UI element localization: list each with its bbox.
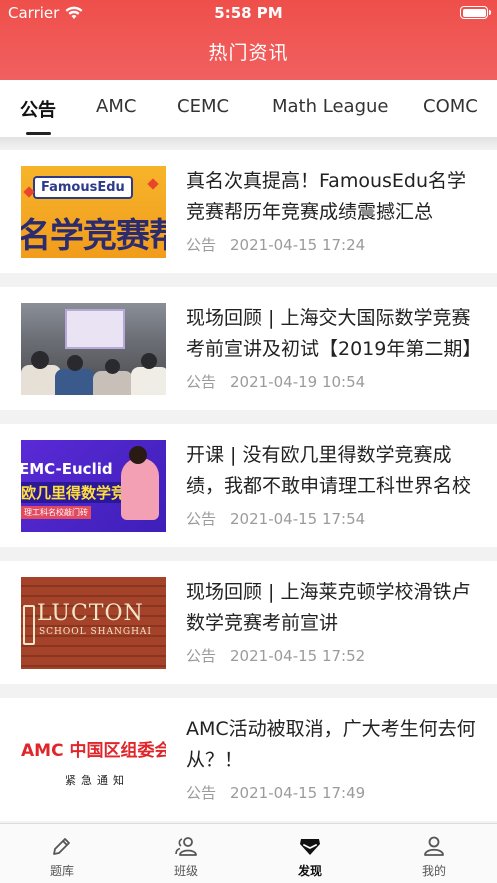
tab-announcement[interactable]: 公告 xyxy=(20,96,56,122)
people-icon xyxy=(175,837,197,856)
news-meta: 公告 2021-04-19 10:54 xyxy=(186,371,365,392)
tabbar-label: 我的 xyxy=(421,864,446,878)
tabbar-mine[interactable]: 我的 xyxy=(372,824,496,883)
header: Carrier 5:58 PM 热门资讯 xyxy=(0,0,497,80)
thumb-badge: FamousEdu xyxy=(33,176,133,199)
tab-amc[interactable]: AMC xyxy=(96,96,136,117)
news-item[interactable]: LUCTON SCHOOL SHANGHAI 现场回顾 | 上海莱克顿学校滑铁卢… xyxy=(0,561,497,684)
news-date: 2021-04-15 17:49 xyxy=(230,784,366,802)
news-date: 2021-04-15 17:54 xyxy=(230,510,366,528)
thumb-heading: AMC 中国区组委会 xyxy=(21,741,166,761)
tabbar-label: 发现 xyxy=(297,864,322,878)
audience xyxy=(141,353,157,369)
news-title: AMC活动被取消，广大考生何去何从？！ xyxy=(186,718,476,771)
thumb-text: 名学竞赛帮 xyxy=(21,216,166,256)
news-meta: 公告 2021-04-15 17:54 xyxy=(186,508,365,529)
tab-divider xyxy=(0,137,497,149)
tabbar-class[interactable]: 班级 xyxy=(124,824,248,883)
page-title: 热门资讯 xyxy=(208,42,289,64)
pencil-icon xyxy=(53,838,70,855)
sparkle-icon xyxy=(147,178,159,190)
news-title: 开课 | 没有欧几里得数学竞赛成绩，我都不敢申请理工科世界名校 xyxy=(186,444,472,497)
tab-cemc[interactable]: CEMC xyxy=(177,96,229,117)
thumb-sign-sub: SCHOOL SHANGHAI xyxy=(39,627,152,637)
active-tab-indicator xyxy=(26,132,51,135)
thumb-notice: 紧急通知 xyxy=(65,774,129,787)
news-thumbnail: AMC 中国区组委会 紧急通知 xyxy=(21,714,166,806)
news-thumbnail: FamousEdu 名学竞赛帮 xyxy=(21,166,166,258)
news-thumbnail: EMC-Euclid 欧几里得数学竞赛 理工科名校敲门砖 xyxy=(21,440,166,532)
tab-comc[interactable]: COMC xyxy=(423,96,478,117)
tab-math-league[interactable]: Math League xyxy=(272,96,388,117)
thumb-line: 理工科名校敲门砖 xyxy=(21,506,91,519)
category-tabs: 公告 AMC CEMC Math League COMC xyxy=(0,80,497,137)
news-category: 公告 xyxy=(186,784,217,802)
audience xyxy=(31,351,49,369)
news-category: 公告 xyxy=(186,647,217,665)
news-title: 真名次真提高！FamousEdu名学竞赛帮历年竞赛成绩震撼汇总 xyxy=(186,170,467,223)
crest-icon xyxy=(23,605,35,645)
bottom-tab-bar: 题库 班级 发现 我的 xyxy=(0,823,497,883)
diamond-icon xyxy=(300,839,320,855)
news-title: 现场回顾 | 上海莱克顿学校滑铁卢数学竞赛考前宣讲 xyxy=(186,581,471,634)
tabbar-label: 题库 xyxy=(49,864,74,878)
news-category: 公告 xyxy=(186,510,217,528)
illustration xyxy=(121,458,159,520)
news-item[interactable]: AMC 中国区组委会 紧急通知 AMC活动被取消，广大考生何去何从？！ 公告 20… xyxy=(0,698,497,821)
tabbar-label: 班级 xyxy=(173,864,198,878)
illustration xyxy=(129,446,147,464)
news-thumbnail xyxy=(21,303,166,395)
news-date: 2021-04-19 10:54 xyxy=(230,373,366,391)
thumb-sign: LUCTON xyxy=(37,601,144,626)
audience xyxy=(93,371,133,395)
status-time: 5:58 PM xyxy=(214,4,283,22)
news-meta: 公告 2021-04-15 17:24 xyxy=(186,234,365,255)
news-item[interactable]: 现场回顾 | 上海交大国际数学竞赛考前宣讲及初试【2019年第二期】 公告 202… xyxy=(0,287,497,410)
news-category: 公告 xyxy=(186,373,217,391)
battery-icon xyxy=(460,6,491,19)
news-date: 2021-04-15 17:52 xyxy=(230,647,366,665)
news-item[interactable]: FamousEdu 名学竞赛帮 真名次真提高！FamousEdu名学竞赛帮历年竞… xyxy=(0,150,497,273)
news-category: 公告 xyxy=(186,236,217,254)
person-icon xyxy=(424,836,444,856)
projector-screen xyxy=(65,309,125,349)
audience xyxy=(131,367,166,395)
audience xyxy=(67,355,83,371)
news-meta: 公告 2021-04-15 17:52 xyxy=(186,645,365,666)
audience xyxy=(105,359,120,374)
news-thumbnail: LUCTON SCHOOL SHANGHAI xyxy=(21,577,166,669)
news-item[interactable]: EMC-Euclid 欧几里得数学竞赛 理工科名校敲门砖 开课 | 没有欧几里得… xyxy=(0,424,497,547)
thumb-line: EMC-Euclid xyxy=(21,460,113,478)
audience xyxy=(55,369,95,395)
news-date: 2021-04-15 17:24 xyxy=(230,236,366,254)
status-bar: Carrier 5:58 PM xyxy=(0,0,497,26)
news-meta: 公告 2021-04-15 17:49 xyxy=(186,782,365,803)
news-title: 现场回顾 | 上海交大国际数学竞赛考前宣讲及初试【2019年第二期】 xyxy=(186,307,480,360)
tabbar-discover[interactable]: 发现 xyxy=(248,824,372,883)
tabbar-question-bank[interactable]: 题库 xyxy=(0,824,124,883)
